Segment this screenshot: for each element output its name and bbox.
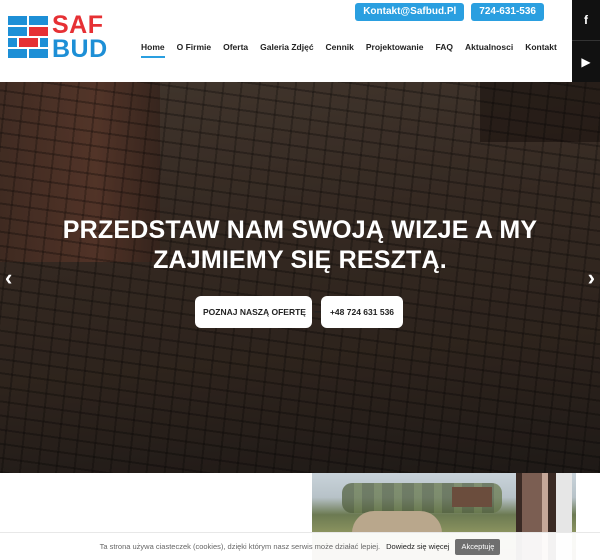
cookie-bar: Ta strona używa ciasteczek (cookies), dz… (0, 532, 600, 560)
nav-item-o-firmie[interactable]: O Firmie (171, 42, 217, 58)
hero-slider: PRZEDSTAW NAM SWOJĄ WIZJE A MY ZAJMIEMY … (0, 82, 600, 473)
hero-title-line2: ZAJMIEMY SIĘ RESZTĄ. (153, 246, 447, 274)
phone-link[interactable]: 724-631-536 (471, 3, 544, 21)
nav-item-cennik[interactable]: Cennik (320, 42, 360, 58)
hero-title-line1: PRZEDSTAW NAM SWOJĄ WIZJE A MY (62, 216, 538, 244)
photo-house (452, 487, 492, 507)
cookie-accept-button[interactable]: Akceptuję (455, 538, 501, 555)
chevron-left-icon[interactable]: ‹ (5, 265, 12, 291)
nav-item-home[interactable]: Home (141, 42, 171, 58)
logo-wordmark: SAF BUD (52, 11, 108, 63)
nav-item-kontakt[interactable]: Kontakt (519, 42, 563, 58)
logo-mark-icon (8, 16, 48, 58)
nav-item-aktualnosci[interactable]: Aktualnosci (459, 42, 519, 58)
nav-item-oferta[interactable]: Oferta (217, 42, 254, 58)
hero-buttons: POZNAJ NASZĄ OFERTĘ ⟶ +48 724 631 536 (195, 296, 403, 328)
site-header: SAF BUD Kontakt@Safbud.Pl 724-631-536 Ho… (0, 0, 572, 82)
nav-item-faq[interactable]: FAQ (430, 42, 459, 58)
logo-saf: SAF (52, 11, 104, 39)
phone-button[interactable]: +48 724 631 536 (321, 296, 403, 328)
nav-item-projektowanie[interactable]: Projektowanie (360, 42, 430, 58)
logo-bud: BUD (52, 35, 108, 63)
offer-button-label: POZNAJ NASZĄ OFERTĘ (203, 307, 306, 317)
hero-overlay (0, 82, 600, 473)
main-nav: Home O Firmie Oferta Galeria Zdjęć Cenni… (141, 42, 563, 58)
offer-button[interactable]: POZNAJ NASZĄ OFERTĘ ⟶ (195, 296, 328, 328)
email-link[interactable]: Kontakt@Safbud.Pl (355, 3, 465, 21)
saf-bud-logo[interactable]: SAF BUD (8, 11, 108, 66)
hero-title: PRZEDSTAW NAM SWOJĄ WIZJE A MY ZAJMIEMY … (0, 215, 600, 275)
cookie-learn-more-link[interactable]: Dowiedz się więcej (386, 542, 449, 551)
social-sidebar: f ▶ (572, 0, 600, 82)
cookie-text: Ta strona używa ciasteczek (cookies), dz… (99, 542, 381, 551)
youtube-icon[interactable]: ▶ (572, 41, 600, 82)
nav-item-galeria[interactable]: Galeria Zdjęć (254, 42, 319, 58)
chevron-right-icon[interactable]: › (588, 265, 595, 291)
top-contacts: Kontakt@Safbud.Pl 724-631-536 (355, 3, 544, 21)
facebook-icon[interactable]: f (572, 0, 600, 41)
photo-sand-pile (352, 511, 442, 533)
